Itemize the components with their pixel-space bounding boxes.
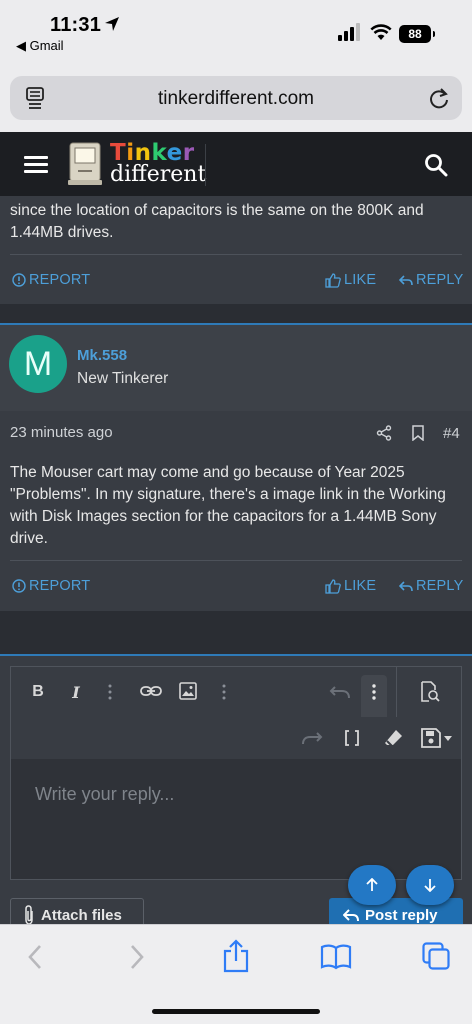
back-chevron-icon[interactable] — [26, 943, 44, 971]
report-link[interactable]: REPORT — [12, 272, 90, 288]
forum-post: since the location of capacitors is the … — [0, 196, 472, 304]
divider — [10, 254, 462, 255]
link-icon[interactable] — [140, 683, 162, 699]
clock: 11:31 — [50, 14, 102, 36]
quick-reply-area: B I Write your reply... Attach files Pos… — [0, 656, 472, 932]
like-link[interactable]: LIKE — [325, 578, 376, 594]
reply-label: REPLY — [416, 578, 464, 594]
menu-icon[interactable] — [24, 156, 48, 174]
like-label: LIKE — [344, 578, 377, 594]
wifi-icon — [370, 24, 392, 40]
image-icon[interactable] — [179, 682, 197, 700]
post-body: The Mouser cart may come and go because … — [10, 464, 446, 547]
more-text-options-icon[interactable] — [107, 683, 113, 701]
reply-textarea[interactable]: Write your reply... — [35, 784, 174, 805]
more-options-icon[interactable] — [371, 683, 377, 701]
arrow-down-icon — [424, 879, 436, 892]
address-bar[interactable]: tinkerdifferent.com — [10, 76, 462, 120]
reply-label: REPLY — [416, 272, 464, 288]
like-label: LIKE — [344, 272, 377, 288]
redo-icon[interactable] — [301, 731, 323, 745]
scroll-to-bottom-button[interactable] — [406, 865, 454, 905]
report-link[interactable]: REPORT — [12, 578, 90, 594]
bookmark-icon[interactable] — [411, 425, 425, 441]
editor-toolbar-row-1: B I — [11, 667, 461, 717]
reply-link[interactable]: REPLY — [399, 272, 463, 288]
paperclip-icon — [25, 905, 33, 925]
post-body: since the location of capacitors is the … — [10, 202, 424, 241]
divider — [10, 560, 462, 561]
reply-arrow-icon — [399, 275, 413, 286]
rich-text-editor: B I Write your reply... — [10, 666, 462, 880]
post-gap — [0, 611, 472, 656]
reply-arrow-icon — [343, 909, 359, 922]
post-date-link[interactable]: 23 minutes ago — [10, 424, 113, 441]
editor-toolbar-row-2 — [11, 717, 461, 759]
report-icon — [12, 273, 26, 287]
attach-files-label: Attach files — [41, 906, 122, 924]
preview-icon[interactable] — [420, 681, 440, 703]
post-number-link[interactable]: #4 — [443, 425, 460, 442]
italic-button[interactable]: I — [67, 682, 85, 702]
cellular-signal-icon — [338, 23, 360, 41]
scroll-to-top-button[interactable] — [348, 865, 396, 905]
user-title: New Tinkerer — [77, 370, 169, 387]
logo-wordmark-different[interactable]: different — [110, 162, 206, 187]
battery-indicator: 88 — [399, 25, 435, 43]
browser-address-area: tinkerdifferent.com — [0, 66, 472, 132]
reply-arrow-icon — [399, 581, 413, 592]
post-reply-label: Post reply — [365, 906, 438, 924]
reload-icon[interactable] — [428, 86, 450, 110]
site-header: Tinker different — [0, 132, 472, 196]
url-text[interactable]: tinkerdifferent.com — [10, 88, 462, 110]
arrow-up-icon — [366, 878, 378, 891]
save-draft-icon[interactable] — [421, 728, 453, 748]
header-divider — [205, 144, 206, 186]
forward-chevron-icon[interactable] — [128, 943, 146, 971]
post-user-header: M Mk.558 New Tinkerer — [0, 325, 472, 411]
mac-logo-icon[interactable] — [66, 140, 106, 186]
report-label: REPORT — [29, 578, 91, 594]
tabs-icon[interactable] — [422, 942, 450, 970]
reply-link[interactable]: REPLY — [399, 578, 463, 594]
bookmarks-icon[interactable] — [320, 943, 352, 971]
share-icon[interactable] — [376, 425, 392, 441]
back-to-app-link[interactable]: ◀ Gmail — [16, 38, 64, 54]
home-indicator — [152, 1009, 320, 1014]
avatar[interactable]: M — [9, 335, 67, 393]
username-link[interactable]: Mk.558 — [77, 347, 127, 364]
search-icon[interactable] — [424, 153, 448, 177]
share-icon[interactable] — [222, 939, 250, 973]
more-insert-options-icon[interactable] — [221, 683, 227, 701]
bbcode-toggle-icon[interactable] — [344, 729, 360, 747]
eraser-icon[interactable] — [384, 728, 404, 748]
location-arrow-icon — [105, 17, 119, 31]
report-icon — [12, 579, 26, 593]
post-gap — [0, 304, 472, 325]
thumbs-up-icon — [325, 578, 341, 594]
toolbar-separator — [396, 667, 397, 717]
forum-post: M Mk.558 New Tinkerer 23 minutes ago #4 … — [0, 325, 472, 611]
bold-button[interactable]: B — [29, 682, 47, 702]
like-link[interactable]: LIKE — [325, 272, 376, 288]
ios-status-bar: 11:31 ◀ Gmail 88 — [0, 0, 472, 66]
undo-icon[interactable] — [329, 685, 351, 699]
thumbs-up-icon — [325, 272, 341, 288]
report-label: REPORT — [29, 272, 91, 288]
